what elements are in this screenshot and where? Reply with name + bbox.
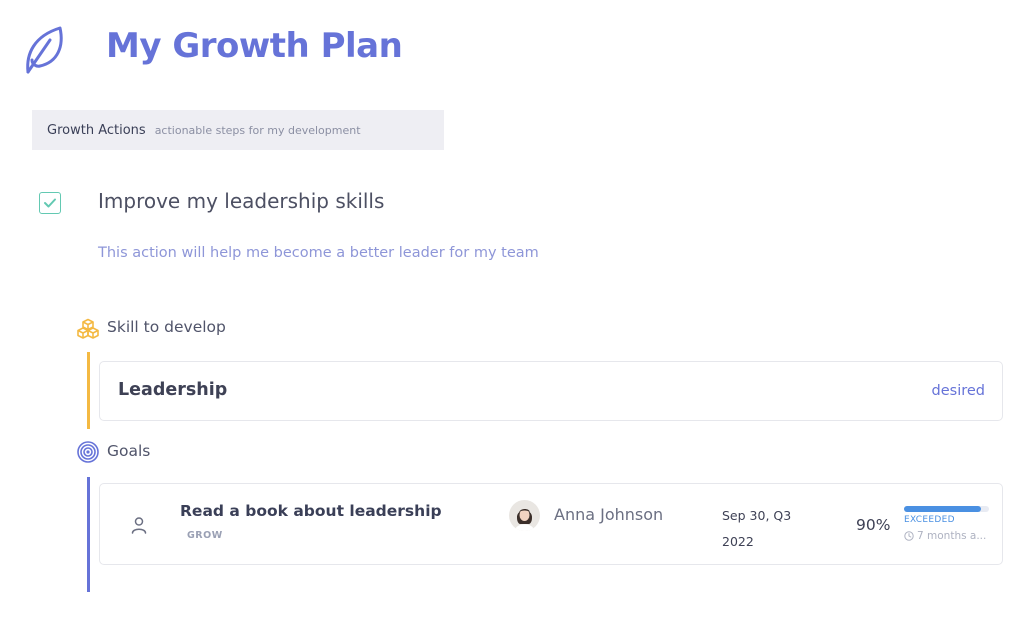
action-title[interactable]: Improve my leadership skills bbox=[98, 189, 384, 213]
section-header: Growth Actions actionable steps for my d… bbox=[32, 110, 444, 150]
goal-tag: GROW bbox=[187, 530, 223, 541]
goal-progress-fill bbox=[904, 506, 981, 512]
clock-icon bbox=[904, 531, 914, 541]
goal-due-date-line2: 2022 bbox=[722, 534, 754, 549]
leaf-icon bbox=[26, 26, 63, 74]
skill-level: desired bbox=[931, 383, 985, 399]
action-checkbox[interactable] bbox=[39, 192, 61, 214]
skill-heading: Skill to develop bbox=[107, 318, 226, 336]
goal-updated: 7 months a... bbox=[904, 530, 986, 542]
goal-owner-name: Anna Johnson bbox=[554, 505, 664, 524]
goal-progress-bar bbox=[904, 506, 989, 512]
goals-heading: Goals bbox=[107, 442, 151, 460]
goals-timeline-bar bbox=[87, 477, 90, 592]
goal-progress-percent: 90% bbox=[856, 516, 891, 534]
check-icon bbox=[44, 198, 56, 208]
goal-card[interactable]: Read a book about leadership GROW Anna J… bbox=[99, 483, 1003, 565]
section-title: Growth Actions bbox=[47, 122, 146, 138]
action-description: This action will help me become a better… bbox=[98, 245, 539, 261]
goal-status: EXCEEDED bbox=[904, 515, 955, 525]
target-icon bbox=[77, 441, 99, 463]
goal-title[interactable]: Read a book about leadership bbox=[180, 502, 442, 520]
goal-updated-text: 7 months a... bbox=[917, 530, 987, 542]
goal-due-date: Sep 30, Q3 2022 bbox=[722, 503, 812, 555]
avatar bbox=[509, 500, 540, 531]
cubes-icon bbox=[77, 318, 99, 339]
skill-timeline-bar bbox=[87, 352, 90, 429]
page-title: My Growth Plan bbox=[106, 26, 403, 66]
skill-card[interactable]: Leadership desired bbox=[99, 361, 1003, 421]
person-icon bbox=[131, 517, 147, 534]
skill-name: Leadership bbox=[118, 380, 228, 400]
section-subtitle: actionable steps for my development bbox=[154, 123, 361, 137]
goal-due-date-line1: Sep 30, Q3 bbox=[722, 508, 792, 523]
